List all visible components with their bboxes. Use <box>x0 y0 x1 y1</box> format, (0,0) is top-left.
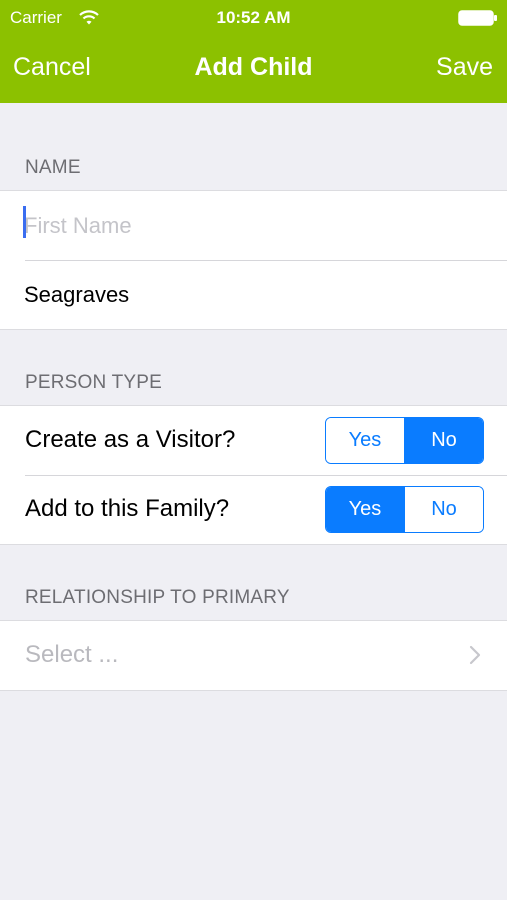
navigation-bar: Cancel Add Child Save <box>0 36 507 103</box>
person-type-section-header: PERSON TYPE <box>25 372 162 393</box>
status-time: 10:52 AM <box>216 8 291 27</box>
text-cursor <box>23 206 26 238</box>
relationship-section-header: RELATIONSHIP TO PRIMARY <box>25 587 290 608</box>
visitor-segmented-control[interactable]: Yes No <box>325 417 484 464</box>
last-name-row <box>0 260 507 329</box>
first-name-field[interactable] <box>24 191 484 260</box>
status-bar: Carrier 10:52 AM <box>0 0 507 36</box>
name-section-header: NAME <box>25 157 81 178</box>
family-row: Add to this Family? Yes No <box>0 475 507 544</box>
battery-icon <box>458 10 497 26</box>
family-segmented-control[interactable]: Yes No <box>325 486 484 533</box>
visitor-label: Create as a Visitor? <box>25 426 236 453</box>
chevron-right-icon <box>469 645 481 665</box>
family-label: Add to this Family? <box>25 495 230 522</box>
name-group <box>0 190 507 330</box>
visitor-yes-segment[interactable]: Yes <box>326 418 404 463</box>
first-name-row <box>0 191 507 260</box>
app-header: Carrier 10:52 AM Cancel Add Child Save <box>0 0 507 103</box>
last-name-field[interactable] <box>24 260 484 329</box>
visitor-no-segment[interactable]: No <box>404 418 483 463</box>
family-yes-segment[interactable]: Yes <box>326 487 404 532</box>
relationship-select-label: Select ... <box>25 641 119 668</box>
visitor-row: Create as a Visitor? Yes No <box>0 406 507 475</box>
relationship-group: Select ... <box>0 620 507 691</box>
relationship-select[interactable]: Select ... <box>0 621 507 690</box>
cancel-button[interactable]: Cancel <box>13 53 91 82</box>
person-type-group: Create as a Visitor? Yes No Add to this … <box>0 405 507 545</box>
save-button[interactable]: Save <box>436 53 493 82</box>
family-no-segment[interactable]: No <box>404 487 483 532</box>
